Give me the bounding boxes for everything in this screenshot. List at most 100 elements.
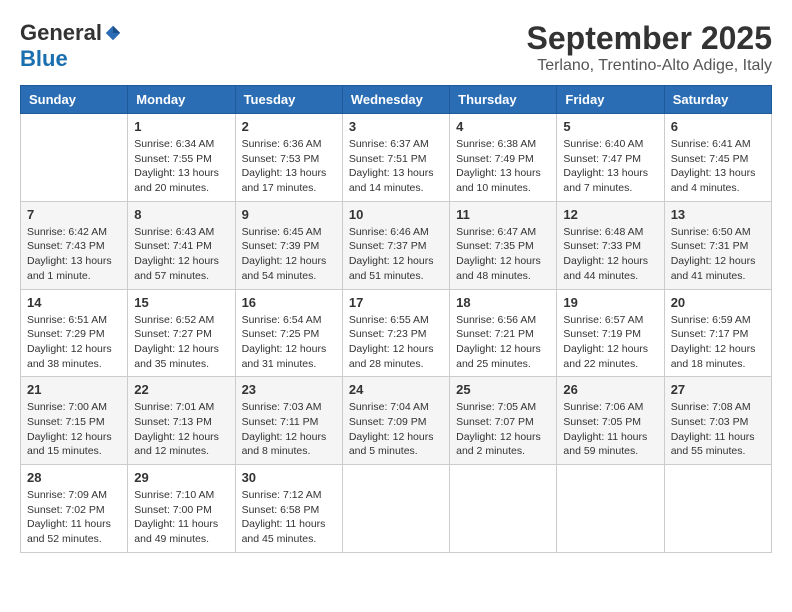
header-sunday: Sunday: [21, 86, 128, 114]
day-number: 3: [349, 119, 443, 134]
day-info-line: Sunset: 7:27 PM: [134, 327, 228, 342]
calendar-cell: 24Sunrise: 7:04 AMSunset: 7:09 PMDayligh…: [342, 377, 449, 465]
calendar-header-row: SundayMondayTuesdayWednesdayThursdayFrid…: [21, 86, 772, 114]
day-info-line: and 7 minutes.: [563, 181, 657, 196]
day-info-line: and 5 minutes.: [349, 444, 443, 459]
day-info-line: Daylight: 12 hours: [134, 430, 228, 445]
title-block: September 2025 Terlano, Trentino-Alto Ad…: [527, 20, 772, 75]
day-info: Sunrise: 7:03 AMSunset: 7:11 PMDaylight:…: [242, 400, 336, 459]
logo-general: General: [20, 20, 102, 46]
day-info: Sunrise: 6:50 AMSunset: 7:31 PMDaylight:…: [671, 225, 765, 284]
calendar-cell: 16Sunrise: 6:54 AMSunset: 7:25 PMDayligh…: [235, 289, 342, 377]
day-info-line: Daylight: 12 hours: [242, 430, 336, 445]
day-info-line: Sunrise: 6:45 AM: [242, 225, 336, 240]
day-info-line: Sunrise: 7:10 AM: [134, 488, 228, 503]
day-info-line: and 51 minutes.: [349, 269, 443, 284]
day-info-line: Sunset: 7:43 PM: [27, 239, 121, 254]
day-info-line: and 55 minutes.: [671, 444, 765, 459]
day-info: Sunrise: 7:12 AMSunset: 6:58 PMDaylight:…: [242, 488, 336, 547]
calendar-cell: 29Sunrise: 7:10 AMSunset: 7:00 PMDayligh…: [128, 465, 235, 553]
day-info-line: and 20 minutes.: [134, 181, 228, 196]
day-info: Sunrise: 6:46 AMSunset: 7:37 PMDaylight:…: [349, 225, 443, 284]
header-monday: Monday: [128, 86, 235, 114]
day-info-line: and 48 minutes.: [456, 269, 550, 284]
day-info-line: and 12 minutes.: [134, 444, 228, 459]
day-number: 23: [242, 382, 336, 397]
header-wednesday: Wednesday: [342, 86, 449, 114]
day-info-line: Sunrise: 6:43 AM: [134, 225, 228, 240]
day-info: Sunrise: 6:51 AMSunset: 7:29 PMDaylight:…: [27, 313, 121, 372]
day-info-line: and 22 minutes.: [563, 357, 657, 372]
day-info: Sunrise: 6:54 AMSunset: 7:25 PMDaylight:…: [242, 313, 336, 372]
day-number: 18: [456, 295, 550, 310]
day-info-line: Sunrise: 7:05 AM: [456, 400, 550, 415]
day-number: 8: [134, 207, 228, 222]
day-number: 26: [563, 382, 657, 397]
day-info-line: Daylight: 11 hours: [242, 517, 336, 532]
header-tuesday: Tuesday: [235, 86, 342, 114]
day-info: Sunrise: 7:08 AMSunset: 7:03 PMDaylight:…: [671, 400, 765, 459]
day-info-line: Sunrise: 6:46 AM: [349, 225, 443, 240]
calendar-cell: 15Sunrise: 6:52 AMSunset: 7:27 PMDayligh…: [128, 289, 235, 377]
day-info-line: and 44 minutes.: [563, 269, 657, 284]
day-info-line: Daylight: 13 hours: [671, 166, 765, 181]
calendar-cell: 13Sunrise: 6:50 AMSunset: 7:31 PMDayligh…: [664, 201, 771, 289]
calendar: SundayMondayTuesdayWednesdayThursdayFrid…: [20, 85, 772, 553]
day-info: Sunrise: 7:01 AMSunset: 7:13 PMDaylight:…: [134, 400, 228, 459]
day-info-line: and 45 minutes.: [242, 532, 336, 547]
day-info-line: Daylight: 12 hours: [349, 430, 443, 445]
calendar-cell: 28Sunrise: 7:09 AMSunset: 7:02 PMDayligh…: [21, 465, 128, 553]
day-info: Sunrise: 6:38 AMSunset: 7:49 PMDaylight:…: [456, 137, 550, 196]
day-info-line: Sunrise: 7:03 AM: [242, 400, 336, 415]
logo: General Blue: [20, 20, 122, 72]
calendar-cell: 5Sunrise: 6:40 AMSunset: 7:47 PMDaylight…: [557, 114, 664, 202]
day-info-line: Daylight: 12 hours: [27, 342, 121, 357]
calendar-cell: 14 Sunrise: 6:51 AMSunset: 7:29 PMDayligh…: [21, 289, 128, 377]
day-info: Sunrise: 6:36 AMSunset: 7:53 PMDaylight:…: [242, 137, 336, 196]
day-info-line: Sunrise: 7:01 AM: [134, 400, 228, 415]
day-number: 21: [27, 382, 121, 397]
calendar-cell: [342, 465, 449, 553]
day-info-line: Daylight: 11 hours: [671, 430, 765, 445]
day-info-line: Daylight: 12 hours: [563, 254, 657, 269]
day-info: Sunrise: 6:42 AMSunset: 7:43 PMDaylight:…: [27, 225, 121, 284]
day-info-line: and 10 minutes.: [456, 181, 550, 196]
day-info: Sunrise: 6:41 AMSunset: 7:45 PMDaylight:…: [671, 137, 765, 196]
day-number: 17: [349, 295, 443, 310]
logo-icon: [104, 24, 122, 42]
day-number: 7: [27, 207, 121, 222]
day-info-line: Sunset: 7:05 PM: [563, 415, 657, 430]
day-info: Sunrise: 6:55 AMSunset: 7:23 PMDaylight:…: [349, 313, 443, 372]
day-info-line: Sunset: 6:58 PM: [242, 503, 336, 518]
day-info: Sunrise: 6:40 AMSunset: 7:47 PMDaylight:…: [563, 137, 657, 196]
day-info-line: and 15 minutes.: [27, 444, 121, 459]
day-info-line: Daylight: 12 hours: [671, 342, 765, 357]
day-info: Sunrise: 6:45 AMSunset: 7:39 PMDaylight:…: [242, 225, 336, 284]
calendar-cell: 3Sunrise: 6:37 AMSunset: 7:51 PMDaylight…: [342, 114, 449, 202]
calendar-cell: 21Sunrise: 7:00 AMSunset: 7:15 PMDayligh…: [21, 377, 128, 465]
day-info-line: Daylight: 12 hours: [134, 254, 228, 269]
day-info-line: Sunrise: 6:52 AM: [134, 313, 228, 328]
day-info-line: Sunset: 7:49 PM: [456, 152, 550, 167]
calendar-cell: 1Sunrise: 6:34 AMSunset: 7:55 PMDaylight…: [128, 114, 235, 202]
day-info-line: and 57 minutes.: [134, 269, 228, 284]
day-info-line: Daylight: 11 hours: [563, 430, 657, 445]
day-number: 28: [27, 470, 121, 485]
day-info: Sunrise: 6:57 AMSunset: 7:19 PMDaylight:…: [563, 313, 657, 372]
day-info-line: Daylight: 12 hours: [456, 254, 550, 269]
day-number: 22: [134, 382, 228, 397]
day-info: Sunrise: 6:34 AMSunset: 7:55 PMDaylight:…: [134, 137, 228, 196]
calendar-cell: 25Sunrise: 7:05 AMSunset: 7:07 PMDayligh…: [450, 377, 557, 465]
day-info-line: Sunset: 7:21 PM: [456, 327, 550, 342]
day-info-line: Daylight: 12 hours: [242, 254, 336, 269]
day-info-line: Sunset: 7:25 PM: [242, 327, 336, 342]
day-number: 10: [349, 207, 443, 222]
calendar-cell: 7 Sunrise: 6:42 AMSunset: 7:43 PMDaylight…: [21, 201, 128, 289]
day-number: 14: [27, 295, 121, 310]
day-info-line: Sunrise: 6:37 AM: [349, 137, 443, 152]
calendar-cell: 4Sunrise: 6:38 AMSunset: 7:49 PMDaylight…: [450, 114, 557, 202]
day-info-line: and 54 minutes.: [242, 269, 336, 284]
day-info-line: Daylight: 12 hours: [349, 254, 443, 269]
day-info-line: and 38 minutes.: [27, 357, 121, 372]
day-info-line: Sunrise: 6:59 AM: [671, 313, 765, 328]
